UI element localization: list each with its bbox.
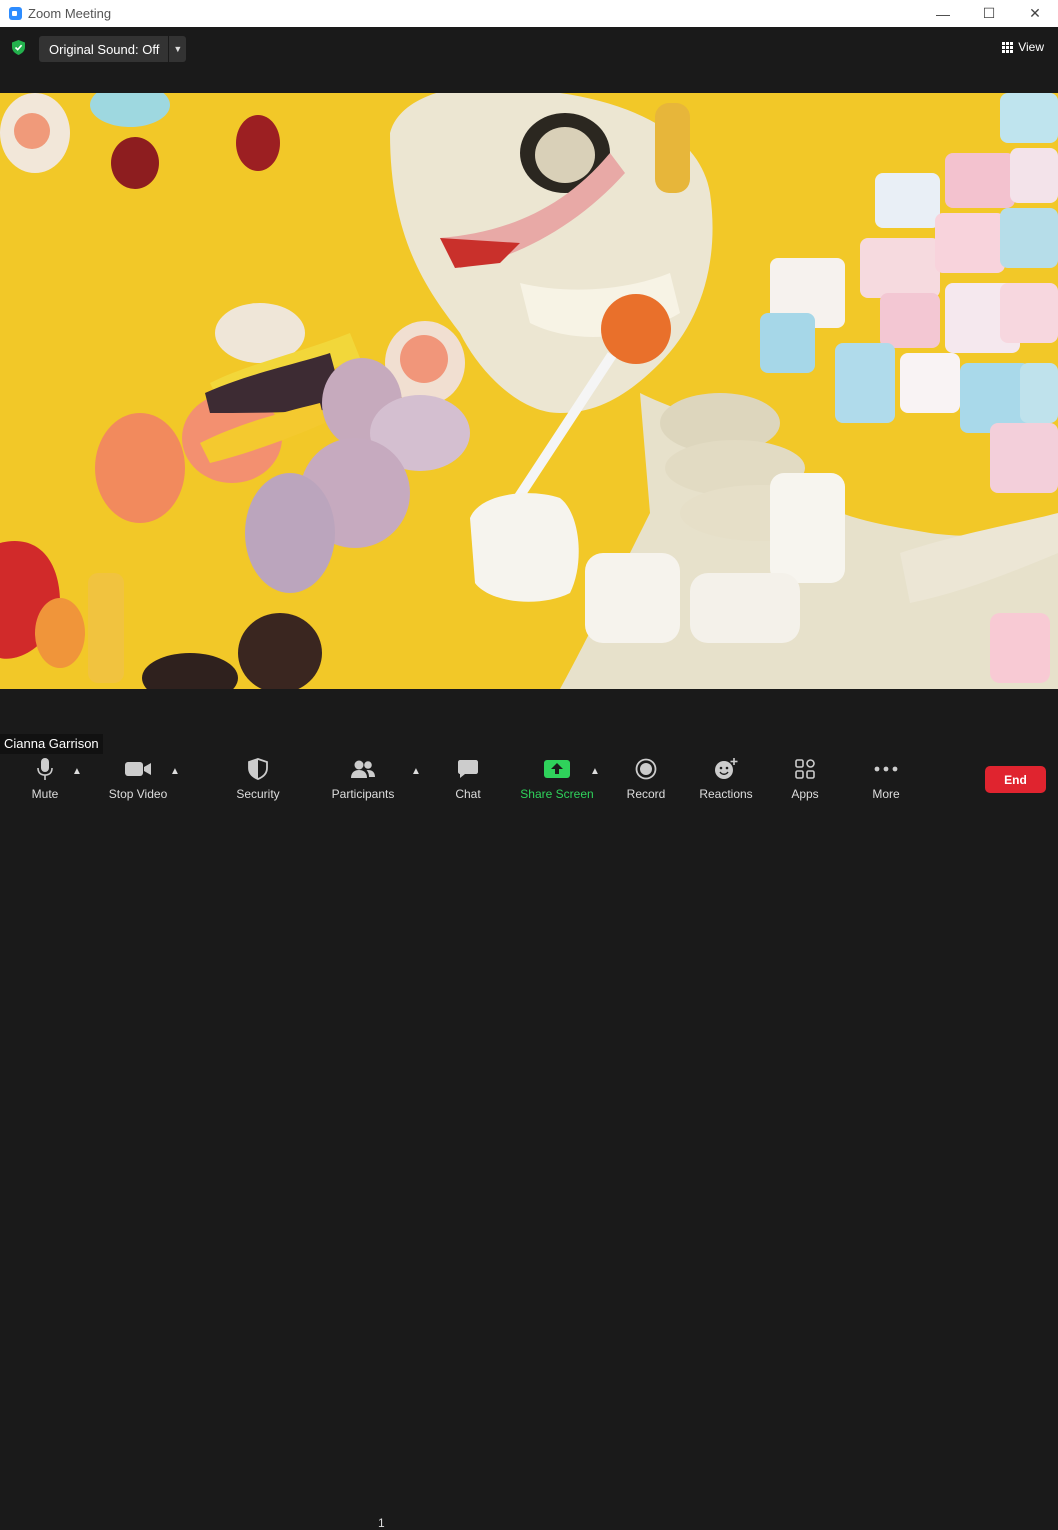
security-button[interactable]: Security [234, 754, 282, 806]
close-button[interactable]: ✕ [1012, 0, 1058, 27]
security-shield-icon [248, 754, 268, 784]
apps-button[interactable]: Apps [788, 754, 822, 806]
video-options-chevron-icon[interactable]: ▲ [170, 766, 180, 777]
more-label: More [872, 787, 900, 801]
participants-button[interactable]: Participants [330, 754, 396, 806]
record-button[interactable]: Record [624, 754, 668, 806]
view-button[interactable]: View [1002, 40, 1044, 54]
mute-label: Mute [31, 787, 59, 801]
apps-label: Apps [791, 787, 819, 801]
view-label: View [1018, 40, 1044, 54]
ellipsis-icon [874, 754, 898, 784]
video-feed [0, 93, 1058, 689]
chevron-down-icon[interactable]: ▼ [168, 36, 186, 62]
zoom-logo-icon [9, 7, 22, 20]
security-label: Security [236, 787, 280, 801]
meeting-toolbar: Mute ▲ Stop Video ▲ Security Participant… [0, 754, 1058, 1530]
mute-button[interactable]: Mute [26, 754, 64, 806]
video-camera-icon [124, 754, 152, 784]
share-options-chevron-icon[interactable]: ▲ [590, 766, 600, 777]
participant-name-tag: Cianna Garrison [0, 734, 103, 754]
window-title: Zoom Meeting [28, 6, 112, 21]
minimize-button[interactable]: — [920, 0, 966, 27]
grid-icon [1002, 41, 1014, 53]
chat-button[interactable]: Chat [452, 754, 484, 806]
participants-label: Participants [331, 787, 395, 801]
audio-options-chevron-icon[interactable]: ▲ [72, 766, 82, 777]
share-screen-label: Share Screen [520, 787, 594, 801]
participants-icon [350, 754, 376, 784]
reactions-button[interactable]: Reactions [698, 754, 754, 806]
reactions-label: Reactions [699, 787, 753, 801]
stop-video-label: Stop Video [108, 787, 168, 801]
encryption-shield-icon[interactable] [12, 40, 25, 55]
maximize-button[interactable]: ☐ [966, 0, 1012, 27]
share-screen-icon [544, 754, 570, 784]
end-meeting-button[interactable]: End [985, 766, 1046, 793]
chat-bubble-icon [457, 754, 479, 784]
more-button[interactable]: More [866, 754, 906, 806]
microphone-icon [37, 754, 53, 784]
smiley-plus-icon [714, 754, 738, 784]
original-sound-button[interactable]: Original Sound: Off ▼ [39, 36, 187, 62]
participants-count: 1 [378, 1516, 385, 1530]
original-sound-label: Original Sound: Off [49, 41, 160, 57]
title-bar: Zoom Meeting — ☐ ✕ [0, 0, 1058, 27]
share-screen-button[interactable]: Share Screen [520, 754, 594, 806]
stop-video-button[interactable]: Stop Video [104, 754, 172, 806]
video-image [0, 93, 1058, 689]
chat-label: Chat [455, 787, 481, 801]
record-icon [635, 754, 657, 784]
apps-icon [795, 754, 815, 784]
participants-options-chevron-icon[interactable]: ▲ [411, 766, 421, 777]
record-label: Record [626, 787, 666, 801]
window-controls: — ☐ ✕ [920, 0, 1058, 27]
